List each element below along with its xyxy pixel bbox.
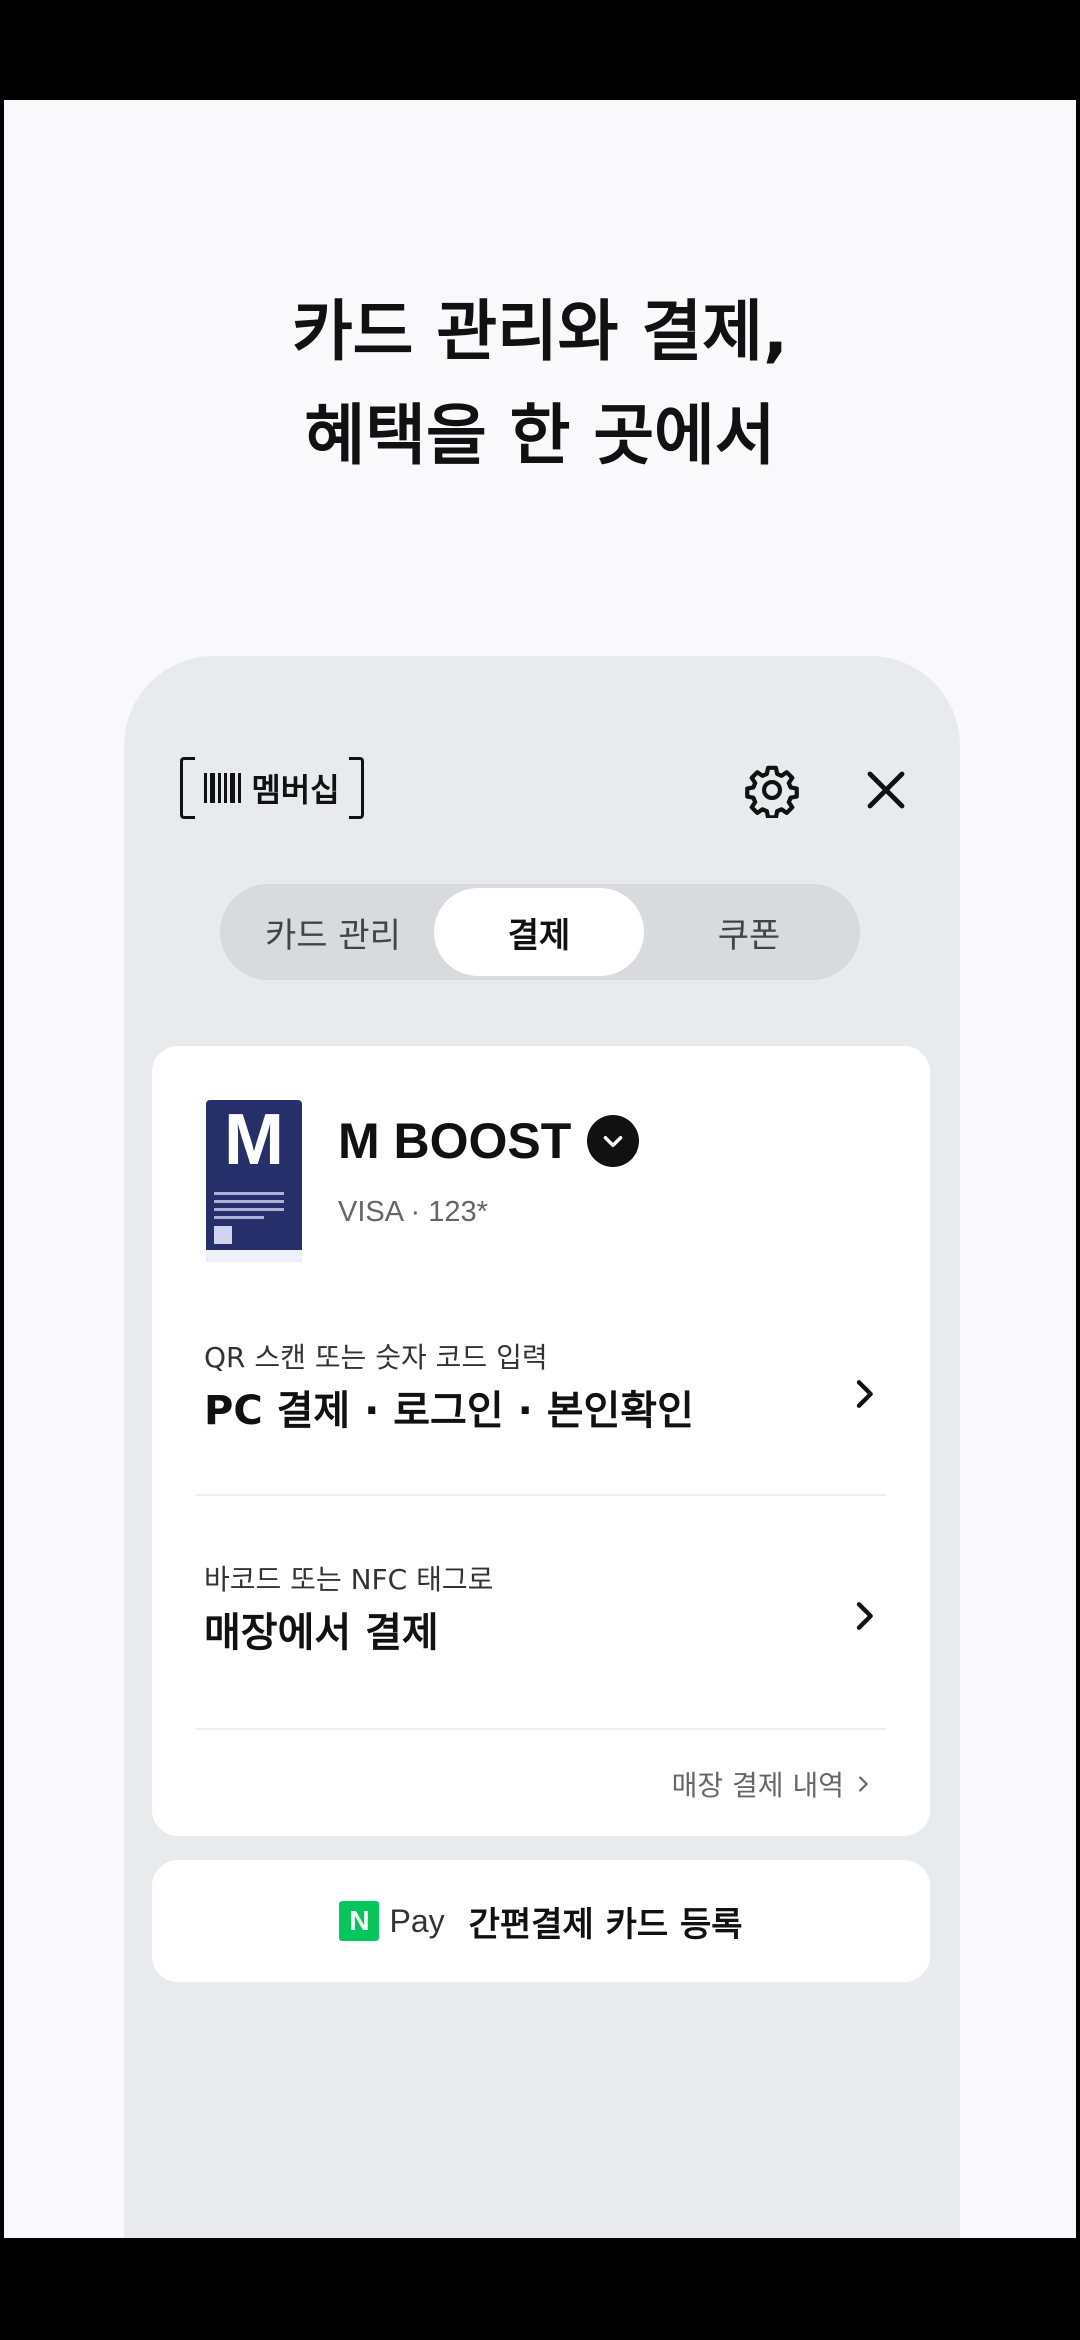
divider — [196, 1728, 886, 1730]
navigation-bar-area — [0, 2238, 1080, 2340]
pc-payment-option[interactable]: QR 스캔 또는 숫자 코드 입력 PC 결제 · 로그인 · 본인확인 — [204, 1336, 884, 1496]
npay-logo-icon: N — [339, 1901, 380, 1941]
membership-label: 멤버십 — [251, 771, 340, 809]
segmented-tabs: 카드 관리 결제 쿠폰 — [220, 884, 860, 980]
card-thumb-lines — [214, 1192, 284, 1224]
card-number: VISA · 123* — [338, 1196, 488, 1228]
barcode-icon — [204, 773, 242, 803]
card-thumb-letter: M — [224, 1100, 284, 1180]
card-name: M BOOST — [338, 1113, 572, 1169]
divider — [196, 1494, 886, 1496]
npay-pay-word: Pay — [389, 1902, 445, 1939]
close-icon[interactable] — [862, 766, 910, 814]
chevron-right-icon — [859, 1776, 868, 1792]
headline-line-2: 혜택을 한 곳에서 — [304, 397, 776, 474]
history-link-label: 매장 결제 내역 — [671, 1769, 844, 1802]
npay-register-button[interactable]: N Pay 간편결제 카드 등록 — [152, 1860, 930, 1982]
app-screen: 카드 관리와 결제, 혜택을 한 곳에서 멤버십 카드 관리 결제 쿠폰 M M… — [4, 100, 1076, 2238]
card-thumb-qr — [214, 1226, 232, 1244]
chevron-down-icon — [587, 1115, 640, 1167]
membership-button[interactable]: 멤버십 — [180, 756, 364, 820]
option-subtitle: QR 스캔 또는 숫자 코드 입력 — [204, 1341, 548, 1374]
tab-card-management[interactable]: 카드 관리 — [228, 888, 438, 976]
tab-payment[interactable]: 결제 — [434, 888, 644, 976]
bracket-left — [180, 757, 195, 819]
status-bar-area — [0, 0, 1080, 100]
gear-icon[interactable] — [744, 762, 800, 818]
npay-register-label: 간편결제 카드 등록 — [468, 1904, 743, 1945]
payment-card-panel: M M BOOST VISA · 123* QR 스캔 또는 숫자 코드 입력 … — [152, 1046, 930, 1836]
card-selector[interactable]: M BOOST — [338, 1112, 640, 1170]
tab-coupon[interactable]: 쿠폰 — [644, 888, 854, 976]
option-title: PC 결제 · 로그인 · 본인확인 — [204, 1388, 694, 1434]
card-thumb-strip — [206, 1250, 302, 1262]
chevron-right-icon — [856, 1380, 873, 1408]
store-payment-option[interactable]: 바코드 또는 NFC 태그로 매장에서 결제 — [204, 1558, 884, 1718]
option-title: 매장에서 결제 — [204, 1610, 439, 1656]
option-subtitle: 바코드 또는 NFC 태그로 — [204, 1563, 494, 1596]
store-payment-history-link[interactable]: 매장 결제 내역 — [672, 1764, 874, 1804]
bracket-right — [349, 757, 364, 819]
chevron-right-icon — [856, 1602, 873, 1630]
card-thumbnail: M — [206, 1100, 302, 1262]
promo-headline: 카드 관리와 결제, 혜택을 한 곳에서 — [4, 280, 1076, 488]
phone-mockup: 멤버십 카드 관리 결제 쿠폰 M M BOOST VISA · 123* QR… — [124, 656, 960, 2238]
headline-line-1: 카드 관리와 결제, — [291, 293, 789, 370]
